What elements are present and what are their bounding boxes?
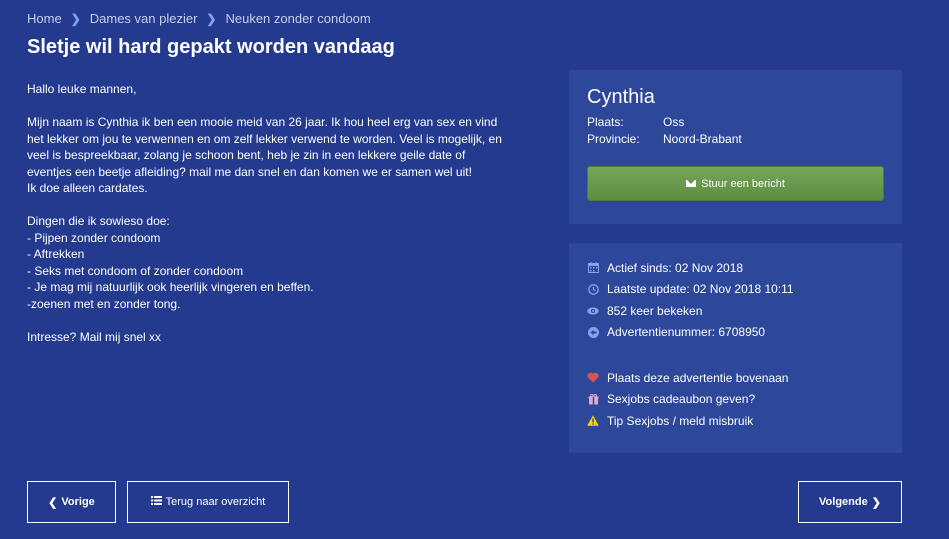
report-abuse-label: Tip Sexjobs / meld misbruik — [607, 413, 754, 428]
closing-text: Intresse? Mail mij snel xx — [27, 329, 162, 344]
active-since-text: Actief sinds: 02 Nov 2018 — [607, 260, 744, 275]
breadcrumb-current: Neuken zonder condoom — [225, 11, 371, 26]
promote-ad-link[interactable]: Plaats deze advertentie bovenaan — [587, 367, 794, 389]
plaats-value: Oss — [663, 115, 685, 129]
chevron-left-icon: ❮ — [48, 496, 58, 509]
ad-number-text: Advertentienummer: 6708950 — [607, 325, 766, 340]
previous-button[interactable]: ❮ Vorige — [27, 481, 116, 523]
chevron-right-icon: ❯ — [871, 496, 881, 509]
views-item: 852 keer bekeken — [587, 300, 794, 322]
envelope-icon — [686, 180, 697, 187]
ad-description: Hallo leuke mannen, Mijn naam is Cynthia… — [27, 81, 557, 362]
provincie-value: Noord-Brabant — [663, 132, 742, 146]
gift-icon — [587, 393, 599, 405]
list-item: - Seks met condoom of zonder condoom — [27, 263, 244, 278]
breadcrumb: Home ❯ Dames van plezier ❯ Neuken zonder… — [27, 11, 371, 26]
ad-info-list: Actief sinds: 02 Nov 2018 Laatste update… — [587, 257, 794, 432]
intro-paragraph: Mijn naam is Cynthia ik ben een mooie me… — [27, 114, 557, 197]
next-button[interactable]: Volgende ❯ — [798, 481, 902, 523]
page-title: Sletje wil hard gepakt worden vandaag — [27, 36, 395, 58]
list-item: - Je mag mij natuurlijk ook heerlijk vin… — [27, 280, 314, 294]
greeting-text: Hallo leuke mannen, — [27, 82, 137, 96]
calendar-icon — [587, 262, 599, 274]
profile-plaats-row: Plaats: Oss — [587, 115, 684, 129]
intro-line: Mijn naam is Cynthia ik ben een mooie me… — [27, 115, 498, 129]
gift-voucher-label: Sexjobs cadeaubon geven? — [607, 392, 756, 407]
report-abuse-link[interactable]: Tip Sexjobs / meld misbruik — [587, 410, 794, 432]
plaats-label: Plaats: — [587, 115, 624, 129]
views-text: 852 keer bekeken — [607, 303, 703, 318]
provincie-label: Provincie: — [587, 132, 640, 146]
back-to-overview-button[interactable]: Terug naar overzicht — [127, 481, 289, 523]
eye-icon — [587, 305, 599, 317]
clock-icon — [587, 283, 599, 295]
gift-voucher-link[interactable]: Sexjobs cadeaubon geven? — [587, 389, 794, 411]
list-icon — [150, 496, 162, 508]
breadcrumb-dames-van-plezier[interactable]: Dames van plezier — [90, 11, 198, 26]
intro-line: Ik doe alleen cardates. — [27, 181, 148, 195]
back-to-overview-label: Terug naar overzicht — [165, 496, 266, 508]
last-update-item: Laatste update: 02 Nov 2018 10:11 — [587, 279, 794, 301]
heart-icon — [587, 372, 599, 384]
ad-info-card: Actief sinds: 02 Nov 2018 Laatste update… — [569, 243, 902, 453]
list-item: - Aftrekken — [27, 247, 85, 261]
last-update-text: Laatste update: 02 Nov 2018 10:11 — [607, 282, 794, 297]
ad-number-item: Advertentienummer: 6708950 — [587, 322, 794, 344]
next-label: Volgende — [819, 496, 868, 508]
list-item: -zoenen met en zonder tong. — [27, 296, 181, 311]
profile-name: Cynthia — [587, 86, 655, 108]
chevron-right-icon: ❯ — [206, 11, 217, 26]
chevron-right-icon: ❯ — [70, 11, 81, 26]
intro-line: eventjes een beetje afleiding? mail me d… — [27, 164, 472, 179]
active-since-item: Actief sinds: 02 Nov 2018 — [587, 257, 794, 279]
list-item: Dingen die ik sowieso doe: — [27, 214, 170, 228]
breadcrumb-home[interactable]: Home — [27, 11, 62, 26]
list-item: - Pijpen zonder condoom — [27, 230, 161, 245]
services-list: Dingen die ik sowieso doe: - Pijpen zond… — [27, 213, 557, 312]
profile-provincie-row: Provincie: Noord-Brabant — [587, 132, 742, 146]
arrow-left-circle-icon — [587, 326, 599, 338]
send-message-label: Stuur een bericht — [701, 177, 785, 190]
intro-line: het lekker om jou te verwennen en om zel… — [27, 131, 502, 146]
intro-line: veel is bespreekbaar, zolang je schoon b… — [27, 148, 466, 162]
warning-icon — [587, 415, 599, 427]
promote-ad-label: Plaats deze advertentie bovenaan — [607, 370, 789, 385]
send-message-button[interactable]: Stuur een bericht — [587, 166, 884, 201]
previous-label: Vorige — [61, 496, 95, 508]
profile-card: Cynthia Plaats: Oss Provincie: Noord-Bra… — [569, 70, 902, 224]
